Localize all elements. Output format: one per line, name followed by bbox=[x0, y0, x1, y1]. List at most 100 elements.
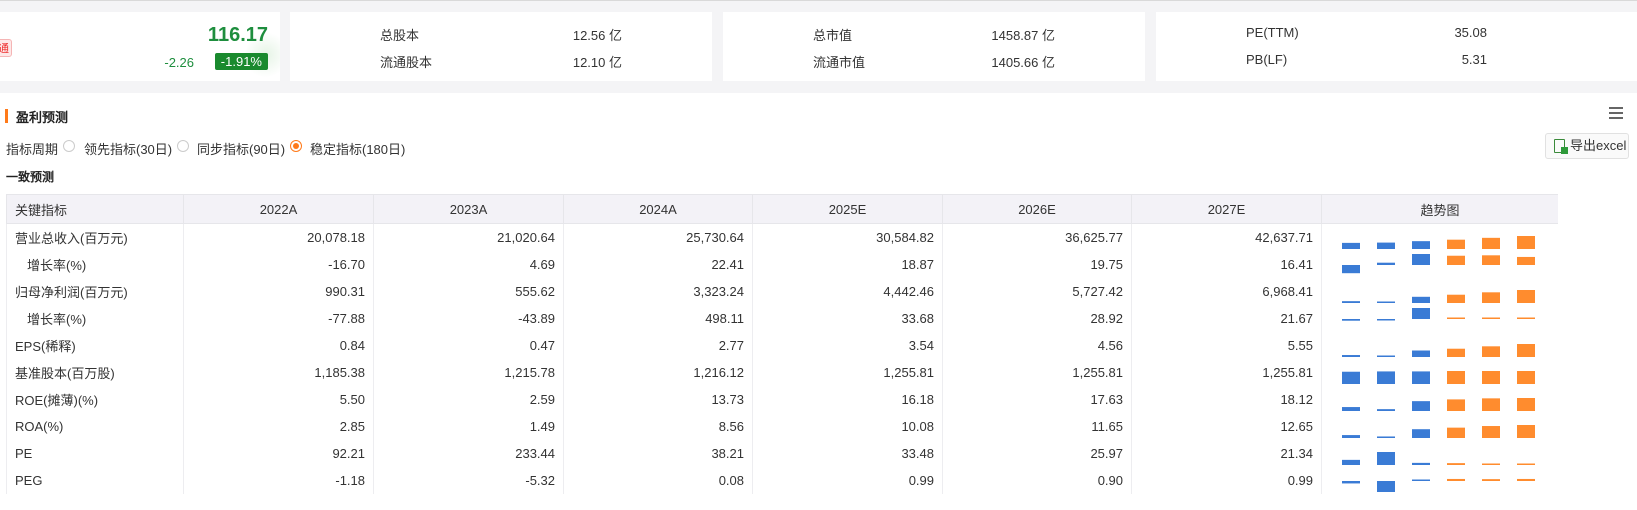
trend-bar bbox=[1412, 371, 1430, 384]
header-2026e: 2026E bbox=[942, 194, 1132, 224]
section-title: 盈利预测 bbox=[16, 110, 69, 125]
trend-cell[interactable] bbox=[1321, 305, 1558, 332]
trend-bar bbox=[1342, 242, 1360, 249]
pe-ttm-value: 35.08 bbox=[1454, 25, 1487, 40]
menu-icon[interactable] bbox=[1609, 107, 1623, 119]
trend-cell[interactable] bbox=[1321, 413, 1558, 440]
header-trend: 趋势图 bbox=[1321, 194, 1558, 224]
market-badge: 通 bbox=[0, 39, 12, 57]
trend-bar bbox=[1342, 355, 1360, 357]
value-cell: 0.84 bbox=[183, 332, 374, 359]
indicator-name: 营业总收入(百万元) bbox=[6, 223, 184, 251]
total-shares-label: 总股本 bbox=[380, 28, 420, 43]
market-cap-card: 总市值 1458.87 亿 流通市值 1405.66 亿 bbox=[723, 12, 1145, 81]
trend-bar bbox=[1447, 463, 1465, 465]
trend-bar bbox=[1412, 254, 1430, 265]
value-cell: 42,637.71 bbox=[1131, 223, 1322, 251]
pb-lf-label: PB(LF) bbox=[1246, 52, 1288, 67]
trend-bar bbox=[1447, 239, 1465, 249]
trend-bar bbox=[1482, 426, 1500, 438]
trend-bar bbox=[1377, 436, 1395, 438]
excel-icon bbox=[1554, 139, 1568, 154]
value-cell: 5.55 bbox=[1131, 332, 1322, 359]
price-change-percent: -1.91% bbox=[214, 53, 268, 70]
value-cell: 36,625.77 bbox=[942, 223, 1132, 251]
indicator-name: EPS(稀释) bbox=[6, 332, 184, 359]
value-cell: 25,730.64 bbox=[563, 223, 753, 251]
table-row: 基准股本(百万股) 1,185.38 1,215.78 1,216.12 1,255.8… bbox=[6, 359, 1558, 386]
trend-bar bbox=[1447, 478, 1465, 481]
trend-bar bbox=[1447, 399, 1465, 411]
trend-bar bbox=[1482, 371, 1500, 384]
export-excel-button[interactable]: 导出excel bbox=[1545, 133, 1629, 159]
value-cell: 233.44 bbox=[373, 440, 564, 467]
value-cell: 28.92 bbox=[942, 305, 1132, 332]
trend-bar bbox=[1377, 355, 1395, 357]
value-cell: 1,255.81 bbox=[1131, 359, 1322, 386]
value-cell: 990.31 bbox=[183, 278, 374, 305]
trend-bar bbox=[1517, 463, 1535, 465]
value-cell: 1,185.38 bbox=[183, 359, 374, 386]
radio-stable[interactable] bbox=[290, 140, 302, 152]
consensus-title: 一致预测 bbox=[6, 170, 55, 184]
trend-cell[interactable] bbox=[1321, 386, 1558, 413]
trend-bar bbox=[1482, 255, 1500, 265]
value-cell: 1,255.81 bbox=[942, 359, 1132, 386]
value-cell: 16.18 bbox=[752, 386, 943, 413]
table-row: PE 92.21 233.44 38.21 33.48 25.97 21.34 bbox=[6, 440, 1558, 467]
top-divider bbox=[0, 0, 1637, 1]
trend-bar bbox=[1482, 463, 1500, 465]
value-cell: 33.48 bbox=[752, 440, 943, 467]
value-cell: -5.32 bbox=[373, 467, 564, 494]
header-2025e: 2025E bbox=[752, 194, 943, 224]
trend-bar bbox=[1342, 407, 1360, 411]
trend-cell[interactable] bbox=[1321, 251, 1558, 278]
value-cell: 8.56 bbox=[563, 413, 753, 440]
float-market-cap-label: 流通市值 bbox=[813, 55, 866, 70]
trend-bar bbox=[1377, 481, 1395, 492]
price-change: -2.26 bbox=[164, 55, 194, 70]
share-capital-card: 总股本 12.56 亿 流通股本 12.10 亿 bbox=[290, 12, 712, 81]
indicator-name: 基准股本(百万股) bbox=[6, 359, 184, 386]
value-cell: 12.65 bbox=[1131, 413, 1322, 440]
value-cell: 498.11 bbox=[563, 305, 753, 332]
trend-bar bbox=[1482, 346, 1500, 357]
radio-sync[interactable] bbox=[177, 140, 189, 152]
value-cell: 10.08 bbox=[752, 413, 943, 440]
table-row: EPS(稀释) 0.84 0.47 2.77 3.54 4.56 5.55 bbox=[6, 332, 1558, 359]
trend-bar bbox=[1447, 371, 1465, 384]
value-cell: 5.50 bbox=[183, 386, 374, 413]
radio-sync-label[interactable]: 同步指标(90日) bbox=[197, 139, 285, 158]
header-indicator: 关键指标 bbox=[6, 194, 184, 224]
trend-cell[interactable] bbox=[1321, 332, 1558, 359]
indicator-name: 增长率(%) bbox=[6, 251, 184, 278]
trend-chart bbox=[1342, 236, 1535, 249]
radio-stable-label[interactable]: 稳定指标(180日) bbox=[310, 139, 405, 158]
trend-cell[interactable] bbox=[1321, 467, 1558, 494]
period-label: 指标周期 bbox=[6, 142, 59, 157]
value-cell: 4.56 bbox=[942, 332, 1132, 359]
trend-cell[interactable] bbox=[1321, 223, 1558, 251]
trend-bar bbox=[1447, 294, 1465, 303]
trend-cell[interactable] bbox=[1321, 440, 1558, 467]
value-cell: 17.63 bbox=[942, 386, 1132, 413]
total-shares-value: 12.56 亿 bbox=[572, 28, 622, 43]
trend-cell[interactable] bbox=[1321, 359, 1558, 386]
trend-chart bbox=[1342, 425, 1535, 438]
trend-bar bbox=[1342, 301, 1360, 303]
value-cell: 2.59 bbox=[373, 386, 564, 413]
value-cell: 21.67 bbox=[1131, 305, 1322, 332]
trend-bar bbox=[1447, 255, 1465, 265]
value-cell: 1.49 bbox=[373, 413, 564, 440]
trend-bar bbox=[1517, 290, 1535, 303]
value-cell: 18.12 bbox=[1131, 386, 1322, 413]
float-shares-label: 流通股本 bbox=[380, 55, 433, 70]
value-cell: 21.34 bbox=[1131, 440, 1322, 467]
radio-leading[interactable] bbox=[63, 140, 75, 152]
trend-cell[interactable] bbox=[1321, 278, 1558, 305]
trend-chart bbox=[1342, 344, 1535, 357]
value-cell: 4,442.46 bbox=[752, 278, 943, 305]
radio-leading-label[interactable]: 领先指标(30日) bbox=[84, 139, 172, 158]
trend-bar bbox=[1342, 265, 1360, 274]
value-cell: 1,215.78 bbox=[373, 359, 564, 386]
